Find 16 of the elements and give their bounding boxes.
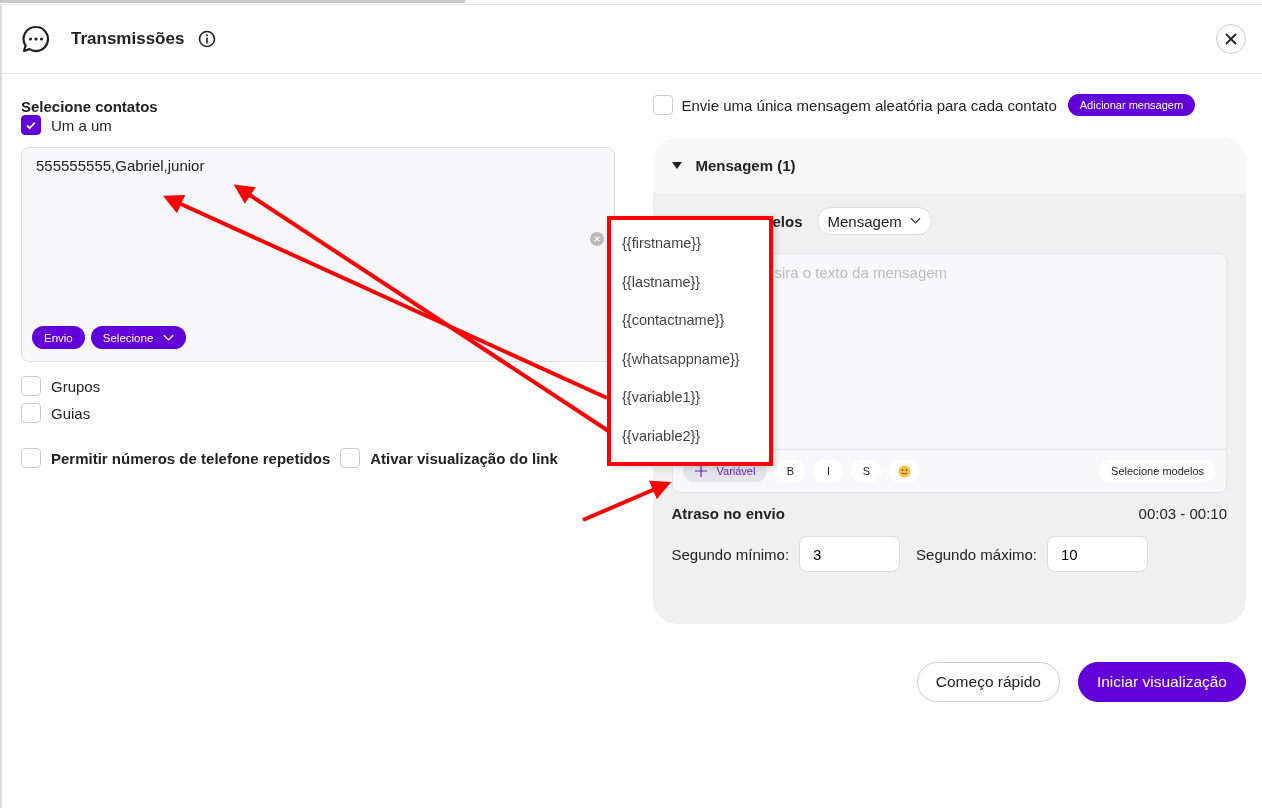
checkbox-label: Um a um <box>51 116 112 134</box>
checkbox-label: Envie uma única mensagem aleatória para cada contato <box>681 96 1057 114</box>
delay-label: Atraso no envio <box>671 505 785 522</box>
contacts-value: 555555555,Gabriel,junior <box>35 156 206 176</box>
checkbox-label: Guias <box>51 404 91 422</box>
placeholder-text: sira o texto da mensagem <box>774 264 948 281</box>
window-title: Transmissões <box>71 29 185 49</box>
template-label-fragment: elos <box>772 212 803 230</box>
field-label: Segundo mínimo: <box>671 545 790 563</box>
panel-title: Mensagem (1) <box>695 157 796 174</box>
checkbox-label: Ativar visualização do link <box>370 449 558 467</box>
checkbox-label: Permitir números de telefone repetidos <box>51 449 331 467</box>
checkbox-label: Grupos <box>51 377 101 395</box>
field-label: Segundo máximo: <box>916 545 1037 563</box>
delay-range: 00:03 - 00:10 <box>1138 505 1227 522</box>
section-label: Selecione contatos <box>21 98 159 115</box>
